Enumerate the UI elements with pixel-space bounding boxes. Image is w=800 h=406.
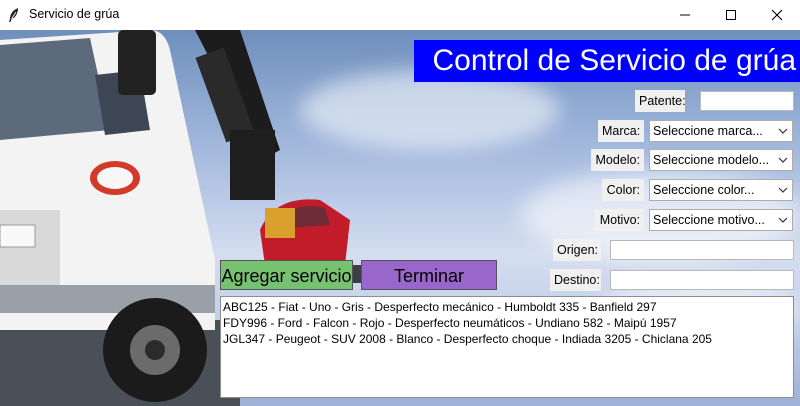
window-title: Servicio de grúa <box>29 7 120 21</box>
chevron-down-icon <box>778 157 788 163</box>
destino-label: Destino: <box>550 269 601 291</box>
chevron-down-icon <box>778 128 788 134</box>
modelo-label: Modelo: <box>591 149 644 171</box>
minimize-icon <box>680 14 690 16</box>
marca-select-value: Seleccione marca... <box>653 124 763 138</box>
modelo-select-value: Seleccione modelo... <box>653 153 770 167</box>
motivo-select-value: Seleccione motivo... <box>653 213 765 227</box>
maximize-icon <box>726 10 736 20</box>
marca-label: Marca: <box>598 120 644 142</box>
patente-input[interactable] <box>700 91 794 111</box>
chevron-down-icon <box>778 187 788 193</box>
main-panel: Control de Servicio de grúa Patente: Mar… <box>0 30 800 406</box>
origen-label: Origen: <box>553 239 601 261</box>
motivo-label: Motivo: <box>594 209 644 231</box>
color-select[interactable]: Seleccione color... <box>649 179 793 201</box>
destino-input[interactable] <box>610 270 794 290</box>
maximize-button[interactable] <box>708 0 754 30</box>
terminar-servicio-button[interactable]: Terminar servicio <box>361 260 497 316</box>
feather-icon <box>9 8 18 22</box>
motivo-select[interactable]: Seleccione motivo... <box>649 209 793 231</box>
marca-select[interactable]: Seleccione marca... <box>649 120 793 142</box>
close-icon <box>771 9 783 21</box>
patente-label: Patente: <box>635 90 686 112</box>
color-label: Color: <box>602 179 644 201</box>
list-item[interactable]: JGL347 - Peugeot - SUV 2008 - Blanco - D… <box>223 331 791 347</box>
close-button[interactable] <box>754 0 800 30</box>
list-item[interactable]: ABC125 - Fiat - Uno - Gris - Desperfecto… <box>223 299 791 315</box>
minimize-button[interactable] <box>662 0 708 30</box>
origen-input[interactable] <box>610 240 794 260</box>
chevron-down-icon <box>778 217 788 223</box>
agregar-servicio-button[interactable]: Agregar servicio <box>220 260 353 290</box>
page-title: Control de Servicio de grúa <box>414 40 800 82</box>
services-listbox[interactable]: ABC125 - Fiat - Uno - Gris - Desperfecto… <box>220 296 794 398</box>
title-bar: Servicio de grúa <box>0 0 800 30</box>
list-item[interactable]: FDY996 - Ford - Falcon - Rojo - Desperfe… <box>223 315 791 331</box>
modelo-select[interactable]: Seleccione modelo... <box>649 149 793 171</box>
color-select-value: Seleccione color... <box>653 183 755 197</box>
